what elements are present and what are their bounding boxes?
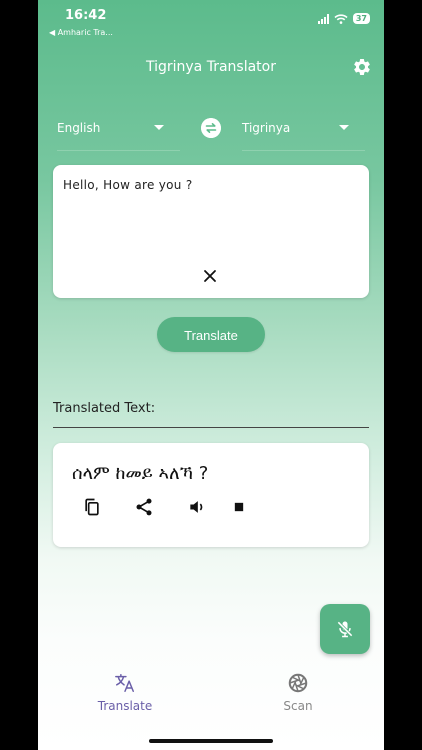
chevron-down-icon bbox=[154, 125, 164, 130]
status-time: 16:42 bbox=[65, 8, 107, 23]
translate-button[interactable]: Translate bbox=[157, 317, 265, 352]
swap-languages-icon[interactable] bbox=[201, 118, 221, 138]
battery-indicator: 37 bbox=[352, 13, 370, 24]
copy-icon[interactable] bbox=[82, 497, 102, 517]
nav-translate-tab[interactable]: Translate bbox=[65, 672, 185, 713]
input-text-area[interactable]: Hello, How are you ? bbox=[53, 165, 369, 298]
nav-scan-label: Scan bbox=[283, 699, 313, 713]
page-title: Tigrinya Translator bbox=[145, 59, 276, 75]
section-divider bbox=[53, 427, 369, 428]
translated-text: ሰላም ከመይ ኣለኻ ? bbox=[72, 463, 209, 484]
status-icons: 37 bbox=[317, 13, 370, 24]
chevron-down-icon bbox=[339, 125, 349, 130]
cellular-signal-icon bbox=[317, 13, 329, 24]
microphone-off-icon bbox=[337, 621, 353, 638]
translate-icon bbox=[115, 674, 134, 692]
clear-text-icon[interactable] bbox=[203, 269, 217, 283]
translated-text-heading: Translated Text: bbox=[53, 401, 156, 416]
back-to-app-link[interactable]: ◀ Amharic Tra... bbox=[49, 28, 113, 37]
source-language-label: English bbox=[57, 121, 101, 135]
home-indicator bbox=[149, 739, 273, 743]
nav-scan-tab[interactable]: Scan bbox=[238, 672, 358, 713]
target-language-label: Tigrinya bbox=[242, 121, 291, 135]
wifi-icon bbox=[334, 13, 348, 24]
input-text[interactable]: Hello, How are you ? bbox=[63, 178, 193, 192]
share-icon[interactable] bbox=[134, 497, 154, 517]
microphone-button[interactable] bbox=[320, 604, 370, 654]
nav-translate-label: Translate bbox=[97, 699, 153, 713]
stop-icon[interactable] bbox=[229, 497, 249, 517]
app-screen: 16:42 ◀ Amharic Tra... 37 Tigrinya Trans… bbox=[38, 0, 384, 750]
translation-output-card: ሰላም ከመይ ኣለኻ ? bbox=[53, 443, 369, 547]
target-language-select[interactable]: Tigrinya bbox=[242, 120, 365, 151]
source-language-select[interactable]: English bbox=[57, 120, 180, 151]
camera-shutter-icon bbox=[288, 673, 308, 693]
settings-gear-icon[interactable] bbox=[352, 57, 372, 77]
speaker-icon[interactable] bbox=[187, 497, 207, 517]
